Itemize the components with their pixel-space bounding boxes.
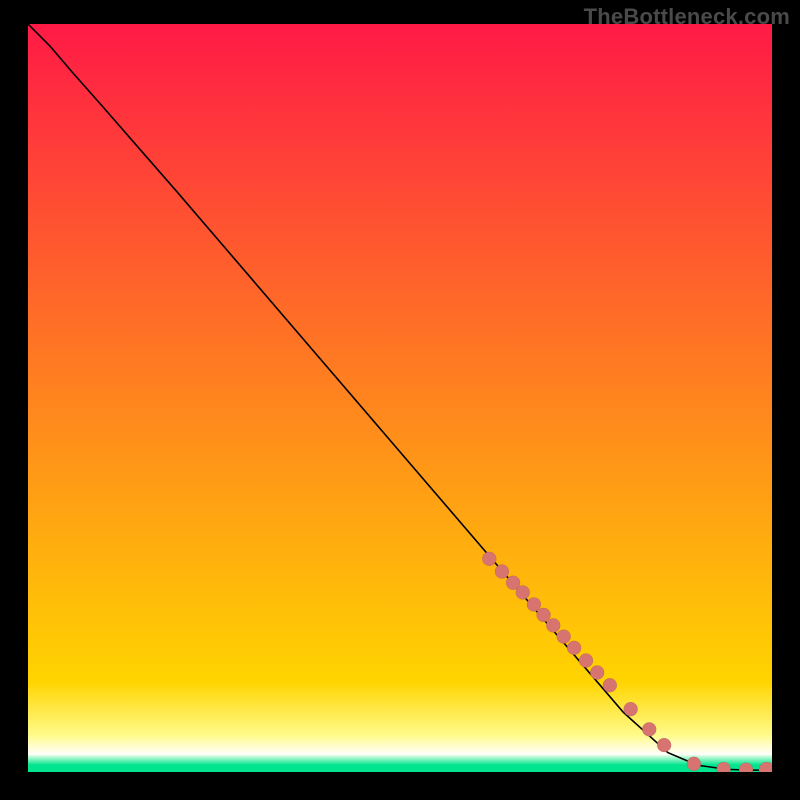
data-point <box>557 630 571 644</box>
data-point <box>717 762 731 772</box>
data-point <box>624 702 638 716</box>
plot-area <box>28 24 772 772</box>
data-point <box>687 757 701 771</box>
data-point <box>579 654 593 668</box>
data-point <box>759 762 772 772</box>
data-point <box>482 552 496 566</box>
data-point <box>546 618 560 632</box>
data-point <box>603 678 617 692</box>
chart-overlay <box>28 24 772 772</box>
data-point <box>567 641 581 655</box>
chart-frame: TheBottleneck.com <box>0 0 800 800</box>
data-point <box>739 763 753 772</box>
bottleneck-curve <box>28 24 772 770</box>
data-point <box>495 565 509 579</box>
data-point <box>590 666 604 680</box>
data-point <box>657 738 671 752</box>
data-point <box>537 608 551 622</box>
data-point <box>516 585 530 599</box>
data-point <box>642 722 656 736</box>
data-point <box>527 597 541 611</box>
